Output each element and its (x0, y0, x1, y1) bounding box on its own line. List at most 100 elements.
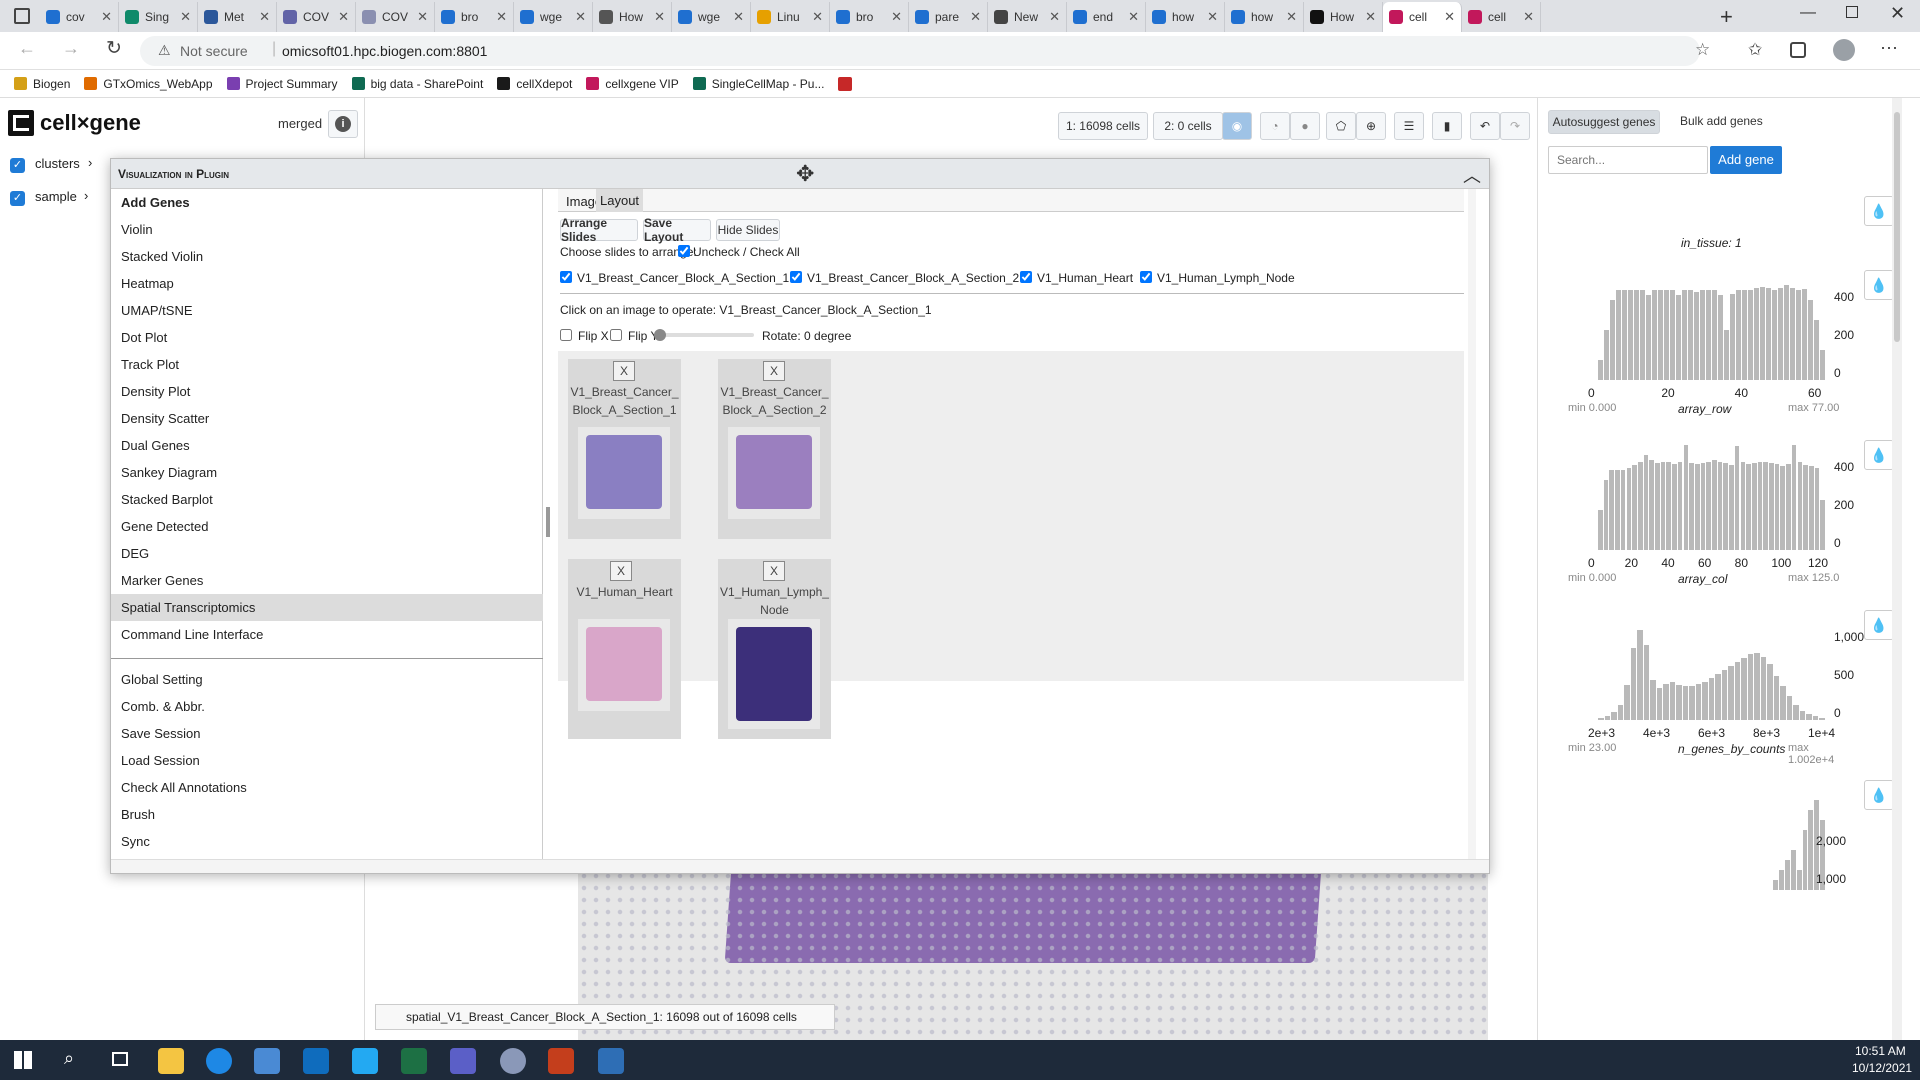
browser-tab[interactable]: COV ✕ (356, 2, 435, 32)
plugin-menu-item[interactable]: Save Session (111, 720, 543, 747)
bookmark-item[interactable]: big data - SharePoint (351, 77, 483, 91)
search-icon[interactable]: ⌕ (64, 1048, 74, 1069)
plugin-menu-item[interactable]: Marker Genes (111, 567, 543, 594)
browser-tab[interactable]: Met ✕ (198, 2, 277, 32)
slide-card[interactable]: X V1_Breast_Cancer_ Block_A_Section_1 (568, 359, 681, 539)
tab-close-icon[interactable]: ✕ (1444, 9, 1455, 25)
clock-date[interactable]: 10/12/2021 (1852, 1061, 1912, 1075)
slide-card[interactable]: X V1_Human_Heart (568, 559, 681, 739)
redo-button[interactable]: ↷ (1500, 112, 1530, 140)
browser-tab[interactable]: bro ✕ (435, 2, 514, 32)
slide-checkbox[interactable] (560, 271, 572, 283)
plugin-menu-item[interactable]: Stacked Barplot (111, 486, 543, 513)
tab-close-icon[interactable]: ✕ (1523, 9, 1534, 25)
chevron-right-icon[interactable]: › (88, 155, 92, 170)
slide-thumbnail[interactable] (728, 427, 820, 519)
plugin-menu-item[interactable]: Heatmap (111, 270, 543, 297)
browser-tab[interactable]: cell ✕ (1462, 2, 1541, 32)
browser-tab[interactable]: how ✕ (1225, 2, 1304, 32)
browser-tab[interactable]: how ✕ (1146, 2, 1225, 32)
plugin-menu-item[interactable]: Check All Annotations (111, 774, 543, 801)
vscode-icon[interactable] (352, 1048, 378, 1074)
remove-slide-button[interactable]: X (610, 561, 632, 581)
visibility-toggle-button[interactable]: ◉ (1222, 112, 1252, 140)
slide-checkbox[interactable] (790, 271, 802, 283)
task-view-icon[interactable] (112, 1052, 128, 1066)
move-icon[interactable]: ✥ (796, 161, 814, 187)
plugin-menu-item[interactable]: Density Scatter (111, 405, 543, 432)
slide-checkbox[interactable] (1140, 271, 1152, 283)
plugin-menu-item[interactable]: Spatial Transcriptomics (111, 594, 543, 621)
tab-close-icon[interactable]: ✕ (654, 9, 665, 25)
tab-close-icon[interactable]: ✕ (1286, 9, 1297, 25)
flip-x-checkbox[interactable] (560, 329, 572, 341)
save-layout-button[interactable]: Save Layout (643, 216, 711, 244)
histogram[interactable]: 400 200 0 0 20 40 60 80 100 120 min 0.000 array_col… (1568, 445, 1854, 620)
remove-slide-button[interactable]: X (763, 561, 785, 581)
gene-search-input[interactable] (1548, 146, 1708, 174)
color-by-button[interactable]: 💧 (1864, 440, 1894, 470)
favorite-star-icon[interactable]: ☆ (1695, 40, 1710, 60)
bookmark-item[interactable]: Biogen (14, 77, 70, 91)
browser-tab[interactable]: wge ✕ (672, 2, 751, 32)
histogram[interactable]: 400 200 0 0 20 40 60 min 0.000 array_row max 77.0… (1568, 280, 1854, 450)
autosuggest-genes-tab[interactable]: Autosuggest genes (1548, 110, 1660, 134)
browser-tab[interactable]: COV ✕ (277, 2, 356, 32)
plugin-menu-item[interactable]: Density Plot (111, 378, 543, 405)
browser-tab[interactable]: cov ✕ (40, 2, 119, 32)
browser-tab[interactable]: How ✕ (1304, 2, 1383, 32)
histogram[interactable]: 2,000 1,000 (1568, 790, 1848, 960)
undo-button[interactable]: ↶ (1470, 112, 1500, 140)
bookmark-item[interactable]: cellxgene VIP (586, 77, 679, 91)
collapse-icon[interactable]: ︿ (1463, 162, 1481, 188)
close-window-button[interactable]: ✕ (1890, 3, 1905, 24)
powerpoint-icon[interactable] (548, 1048, 574, 1074)
scrollbar[interactable] (1892, 98, 1902, 1040)
pdf-bookmark-icon[interactable] (838, 76, 853, 91)
minimize-window-button[interactable]: — (1800, 4, 1816, 22)
plugin-menu-item[interactable]: Dual Genes (111, 432, 543, 459)
tab-close-icon[interactable]: ✕ (338, 9, 349, 25)
plugin-window-header[interactable]: Visualization in Plugin ✥ ︿ (111, 159, 1489, 189)
browser-tab[interactable]: cell ✕ (1383, 2, 1462, 32)
plugin-menu-item[interactable]: DEG (111, 540, 543, 567)
more-menu-icon[interactable]: ⋯ (1880, 38, 1898, 59)
tab-close-icon[interactable]: ✕ (1128, 9, 1139, 25)
plugin-menu-item[interactable]: Sankey Diagram (111, 459, 543, 486)
lasso-button[interactable]: ⬠ (1326, 112, 1356, 140)
slide-thumbnail[interactable] (578, 427, 670, 519)
tab-close-icon[interactable]: ✕ (1049, 9, 1060, 25)
browser-tab[interactable]: Linu ✕ (751, 2, 830, 32)
collections-icon[interactable] (1790, 42, 1806, 58)
excel-icon[interactable] (401, 1048, 427, 1074)
plugin-menu-item[interactable]: Command Line Interface (111, 621, 543, 648)
favorites-icon[interactable]: ✩ (1748, 40, 1762, 60)
store-icon[interactable] (254, 1048, 280, 1074)
plugin-menu-item[interactable]: Dot Plot (111, 324, 543, 351)
plugin-menu-item[interactable]: Gene Detected (111, 513, 543, 540)
add-gene-button[interactable]: Add gene (1710, 146, 1782, 174)
tab-close-icon[interactable]: ✕ (496, 9, 507, 25)
browser-tab[interactable]: How ✕ (593, 2, 672, 32)
bookmark-item[interactable]: GTxOmics_WebApp (84, 77, 213, 91)
tab-close-icon[interactable]: ✕ (575, 9, 586, 25)
remove-slide-button[interactable]: X (613, 361, 635, 381)
plugin-menu-item[interactable]: Track Plot (111, 351, 543, 378)
hide-slides-button[interactable]: Hide Slides (716, 219, 780, 241)
forward-icon[interactable]: → (62, 38, 80, 59)
maximize-window-button[interactable] (1846, 6, 1858, 18)
cellset-1-button[interactable]: 1: 16098 cells (1058, 112, 1148, 140)
tab-close-icon[interactable]: ✕ (891, 9, 902, 25)
slide-thumbnail[interactable] (728, 619, 820, 729)
bookmark-item[interactable]: SingleCellMap - Pu... (692, 77, 824, 91)
plugin-menu-item[interactable]: Brush (111, 801, 543, 828)
tab-actions-icon[interactable] (14, 8, 30, 24)
chevron-right-icon[interactable]: › (84, 188, 88, 203)
arrange-slides-button[interactable]: Arrange Slides (560, 216, 638, 244)
slide-checkbox[interactable] (1020, 271, 1032, 283)
tab-close-icon[interactable]: ✕ (1207, 9, 1218, 25)
browser-tab[interactable]: New ✕ (988, 2, 1067, 32)
rotate-slider-thumb[interactable] (654, 329, 666, 341)
plugin-menu-item[interactable]: Violin (111, 216, 543, 243)
category-checkbox[interactable]: ✓ (10, 158, 25, 173)
